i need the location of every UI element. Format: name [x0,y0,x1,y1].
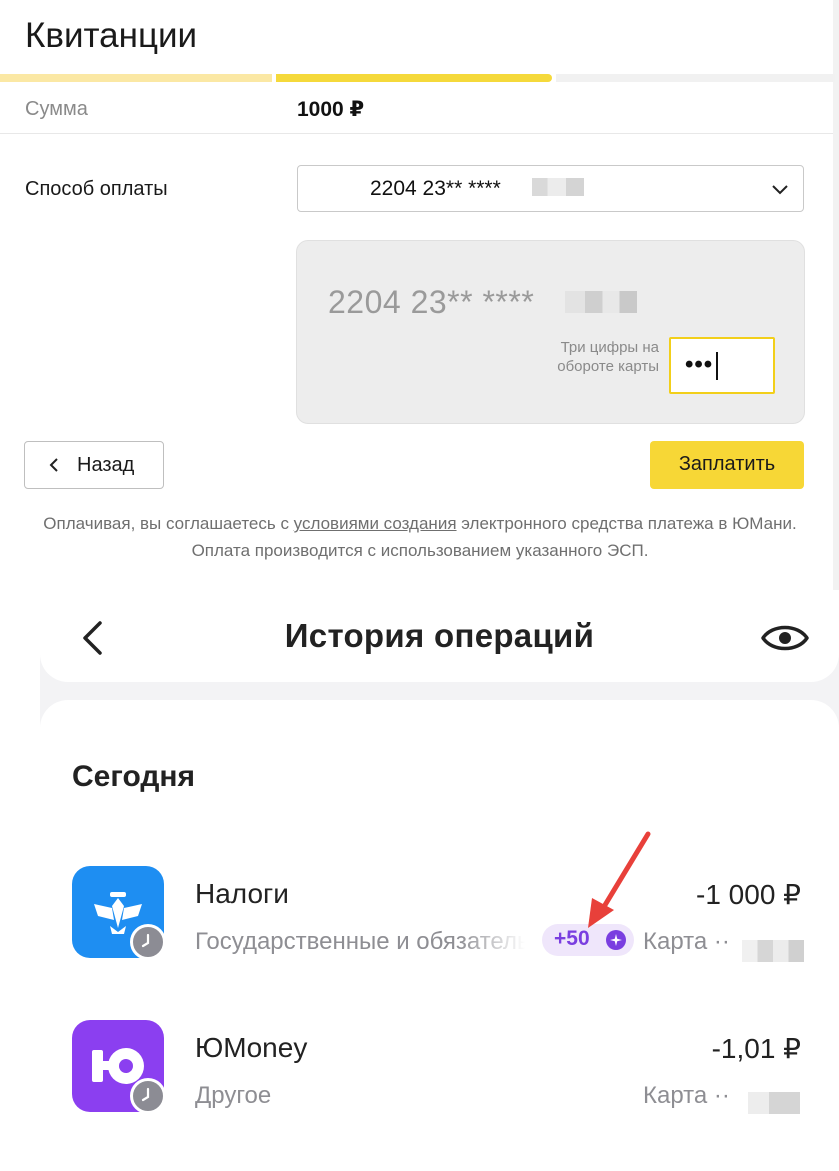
operation-title: Налоги [195,878,289,909]
scroll-edge [833,0,839,590]
terms-text: Оплачивая, вы соглашаетесь с условиями с… [20,510,820,564]
pay-button-label: Заплатить [678,453,776,475]
card-number: 2204 23** **** [328,284,535,320]
terms-link[interactable]: условиями создания [294,514,457,533]
operation-category: Другое [195,1082,272,1109]
selected-card-value: 2204 23** **** [370,177,501,200]
back-button[interactable]: Назад [24,441,164,489]
history-title: История операций [284,617,595,654]
clock-hands [141,933,150,948]
operation-amount: -1 000 ₽ [696,879,801,910]
sum-label: Сумма [25,98,88,120]
redacted-card-digits [742,940,804,962]
annotation-arrow-icon [588,831,651,928]
page-title: Квитанции [25,16,198,55]
back-button-label: Назад [77,454,135,476]
redacted-digits [565,291,637,313]
clock-hands [141,1087,150,1102]
operation-amount: -1,01 ₽ [711,1033,801,1064]
payment-method-select[interactable]: 2204 23** **** [297,165,804,212]
history-screen: История операций Сегодня Налоги Государс… [0,590,839,1171]
cvv-hint: Три цифры на обороте карты [557,339,659,375]
chevron-down-icon [772,185,788,195]
step-progress-bar [0,74,835,82]
sum-value: 1000 ₽ [297,98,365,121]
operation-title: ЮMoney [195,1032,308,1063]
operation-account: Карта ·· [643,1082,730,1109]
redacted-card-digits [748,1092,800,1114]
receipt-panel: Квитанции Сумма 1000 ₽ Способ оплаты 220… [0,0,839,590]
divider [0,133,833,134]
eye-icon[interactable] [760,618,810,658]
sparkle-icon [606,930,626,950]
terms-text-start: Оплачивая, вы соглашаетесь с [43,514,294,533]
clock-pending-icon [130,924,166,960]
payment-method-label: Способ оплаты [25,178,168,200]
clock-pending-icon [130,1078,166,1114]
redacted-digits [532,178,584,196]
progress-step-2 [276,74,552,82]
section-header-today: Сегодня [72,760,196,793]
sparkle-shape [610,934,622,946]
bank-card-preview: 2204 23** **** Три цифры на обороте карт… [296,240,805,424]
progress-step-3 [556,74,835,82]
text-caret [716,352,718,380]
cvv-input[interactable]: ••• [669,337,775,394]
progress-step-1 [0,74,272,82]
cvv-masked-value: ••• [685,351,714,378]
pay-button[interactable]: Заплатить [650,441,804,489]
operation-category: Государственные и обязательные платежи [195,928,525,955]
chevron-left-icon [49,458,58,472]
